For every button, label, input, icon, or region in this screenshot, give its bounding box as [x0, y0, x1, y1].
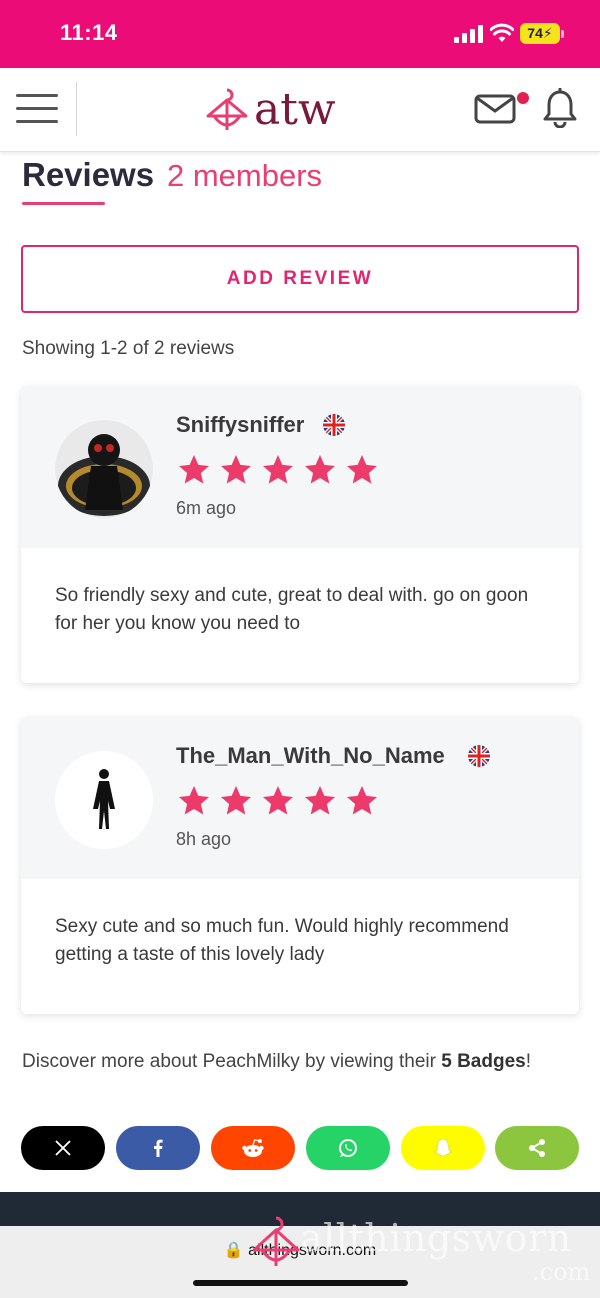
menu-icon[interactable] — [16, 92, 60, 126]
star-icon — [305, 455, 335, 484]
avatar[interactable] — [55, 751, 153, 849]
review-header: Sniffysniffer 6m ago — [21, 386, 579, 548]
facebook-share-button[interactable] — [116, 1126, 200, 1170]
review-card: The_Man_With_No_Name 8h ago Sexy cute an… — [21, 717, 579, 1014]
reddit-share-button[interactable] — [211, 1126, 295, 1170]
review-time: 8h ago — [176, 829, 232, 849]
battery-level: 74 — [527, 25, 543, 41]
add-review-button[interactable]: ADD REVIEW — [21, 245, 579, 313]
share-icon — [529, 1139, 545, 1157]
review-time: 6m ago — [176, 498, 237, 518]
bell-icon[interactable] — [542, 88, 578, 128]
battery-tip — [561, 30, 564, 38]
lock-icon: 🔒 — [223, 1242, 244, 1259]
review-username[interactable]: The_Man_With_No_Name — [176, 743, 445, 769]
generic-share-button[interactable] — [495, 1126, 579, 1170]
wifi-icon — [490, 23, 514, 42]
star-rating — [176, 452, 380, 488]
discover-badges-text: Discover more about PeachMilky by viewin… — [22, 1048, 582, 1076]
page-title: Reviews — [22, 156, 155, 193]
status-time: 11:14 — [60, 20, 118, 45]
header-divider — [76, 82, 77, 136]
facebook-icon — [154, 1139, 163, 1157]
snapchat-share-button[interactable] — [401, 1126, 485, 1170]
site-header: atw — [0, 68, 600, 152]
review-text: Sexy cute and so much fun. Would highly … — [55, 916, 509, 965]
review-username[interactable]: Sniffysniffer — [176, 412, 304, 438]
star-icon — [263, 455, 293, 484]
star-icon — [347, 786, 377, 815]
star-icon — [179, 786, 209, 815]
star-icon — [221, 455, 251, 484]
status-bar: 11:14 74⚡ — [0, 0, 600, 68]
whatsapp-share-button[interactable] — [306, 1126, 390, 1170]
reddit-icon — [242, 1139, 264, 1157]
watermark-suffix: .com — [532, 1258, 591, 1286]
review-text: So friendly sexy and cute, great to deal… — [55, 585, 529, 634]
results-count: Showing 1-2 of 2 reviews — [22, 338, 235, 359]
review-header: The_Man_With_No_Name 8h ago — [21, 717, 579, 879]
signal-icon — [454, 25, 483, 43]
avatar[interactable] — [55, 420, 153, 518]
star-icon — [347, 455, 377, 484]
share-buttons — [21, 1126, 579, 1170]
snapchat-icon — [434, 1138, 452, 1157]
star-icon — [221, 786, 251, 815]
home-indicator[interactable] — [193, 1280, 408, 1286]
star-rating — [176, 783, 380, 819]
reviews-member-count: 2 members — [167, 158, 323, 193]
review-card: Sniffysniffer 6m ago So friendly sexy an… — [21, 386, 579, 683]
battery-indicator: 74⚡ — [520, 23, 560, 44]
hanger-watermark-icon — [252, 1216, 300, 1266]
hanger-logo-icon — [206, 88, 248, 130]
star-icon — [305, 786, 335, 815]
watermark-text: allthingsworn — [300, 1216, 572, 1260]
x-share-button[interactable] — [21, 1126, 105, 1170]
star-icon — [263, 786, 293, 815]
site-logo[interactable]: atw — [204, 84, 336, 136]
mail-icon[interactable] — [474, 94, 516, 124]
uk-flag-icon — [323, 414, 345, 436]
x-icon — [55, 1140, 71, 1156]
title-underline — [22, 202, 105, 205]
logo-text: atw — [254, 84, 336, 135]
whatsapp-icon — [339, 1139, 357, 1157]
discover-prefix: Discover more about PeachMilky by viewin… — [22, 1051, 442, 1072]
badges-link[interactable]: 5 Badges — [441, 1051, 525, 1072]
star-icon — [179, 455, 209, 484]
uk-flag-icon — [468, 745, 490, 767]
notification-dot — [517, 92, 529, 104]
discover-suffix: ! — [525, 1051, 531, 1072]
